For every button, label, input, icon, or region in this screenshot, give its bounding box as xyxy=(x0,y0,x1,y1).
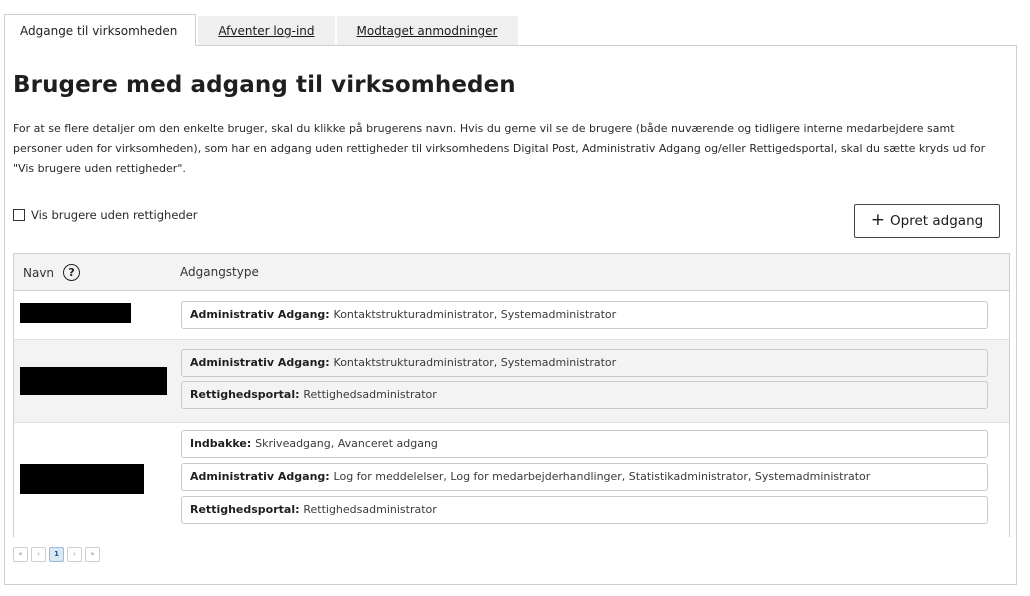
first-page-button[interactable]: « xyxy=(13,547,28,562)
tab-adgange-til-virksomheden[interactable]: Adgange til virksomheden xyxy=(4,14,197,46)
access-chip: Administrativ Adgang: Kontaktstrukturadm… xyxy=(181,349,988,377)
access-label: Indbakke: xyxy=(190,437,256,450)
plus-icon: + xyxy=(870,210,886,230)
create-access-button-label: Opret adgang xyxy=(890,213,984,229)
access-value: Log for meddelelser, Log for medarbejder… xyxy=(333,470,871,483)
show-users-checkbox-label: Vis brugere uden rettigheder xyxy=(31,208,198,222)
table-row: Administrativ Adgang: Kontaktstrukturadm… xyxy=(14,339,1009,423)
access-label: Administrativ Adgang: xyxy=(190,470,334,483)
redacted-user-name[interactable] xyxy=(20,367,167,395)
access-value: Kontaktstrukturadministrator, Systemadmi… xyxy=(333,356,617,369)
access-chip: Administrativ Adgang: Log for meddelelse… xyxy=(181,463,988,491)
access-chip: Rettighedsportal: Rettighedsadministrato… xyxy=(181,381,988,409)
access-label: Rettighedsportal: xyxy=(190,388,304,401)
table-row: Administrativ Adgang: Kontaktstrukturadm… xyxy=(14,291,1009,339)
access-chip: Indbakke: Skriveadgang, Avanceret adgang xyxy=(181,430,988,458)
users-table: Navn ? Adgangstype Administrativ Adgang:… xyxy=(13,253,1010,537)
page-title: Brugere med adgang til virksomheden xyxy=(13,72,516,98)
access-value: Rettighedsadministrator xyxy=(303,388,437,401)
table-header: Navn ? Adgangstype xyxy=(14,254,1009,291)
access-label: Rettighedsportal: xyxy=(190,503,304,516)
pagination: « ‹ 1 › » xyxy=(13,547,100,562)
column-header-adgangstype: Adgangstype xyxy=(180,265,259,279)
last-page-button[interactable]: » xyxy=(85,547,100,562)
tab-afventer-log-ind[interactable]: Afventer log-ind xyxy=(198,16,335,46)
tab-modtaget-anmodninger[interactable]: Modtaget anmodninger xyxy=(336,16,518,46)
access-label: Administrativ Adgang: xyxy=(190,308,334,321)
column-header-navn-label: Navn xyxy=(23,265,55,280)
access-label: Administrativ Adgang: xyxy=(190,356,334,369)
show-users-checkbox[interactable] xyxy=(13,209,25,221)
access-value: Kontaktstrukturadministrator, Systemadmi… xyxy=(333,308,617,321)
access-value: Rettighedsadministrator xyxy=(303,503,437,516)
column-header-navn[interactable]: Navn ? xyxy=(23,254,81,291)
content-panel: Brugere med adgang til virksomheden For … xyxy=(4,45,1017,585)
access-value: Skriveadgang, Avanceret adgang xyxy=(255,437,438,450)
question-circle-icon[interactable]: ? xyxy=(63,264,81,281)
access-chip: Rettighedsportal: Rettighedsadministrato… xyxy=(181,496,988,524)
create-access-button[interactable]: + Opret adgang xyxy=(854,204,1000,238)
next-page-button[interactable]: › xyxy=(67,547,82,562)
current-page-button[interactable]: 1 xyxy=(49,547,64,562)
table-row: Indbakke: Skriveadgang, Avanceret adgang… xyxy=(14,423,1009,537)
access-chip: Administrativ Adgang: Kontaktstrukturadm… xyxy=(181,301,988,329)
redacted-user-name[interactable] xyxy=(20,303,131,323)
redacted-user-name[interactable] xyxy=(20,464,144,494)
previous-page-button[interactable]: ‹ xyxy=(31,547,46,562)
show-users-without-rights-toggle[interactable]: Vis brugere uden rettigheder xyxy=(13,208,198,222)
intro-text: For at se flere detaljer om den enkelte … xyxy=(13,122,986,175)
tab-bar: Adgange til virksomheden Afventer log-in… xyxy=(4,14,518,46)
